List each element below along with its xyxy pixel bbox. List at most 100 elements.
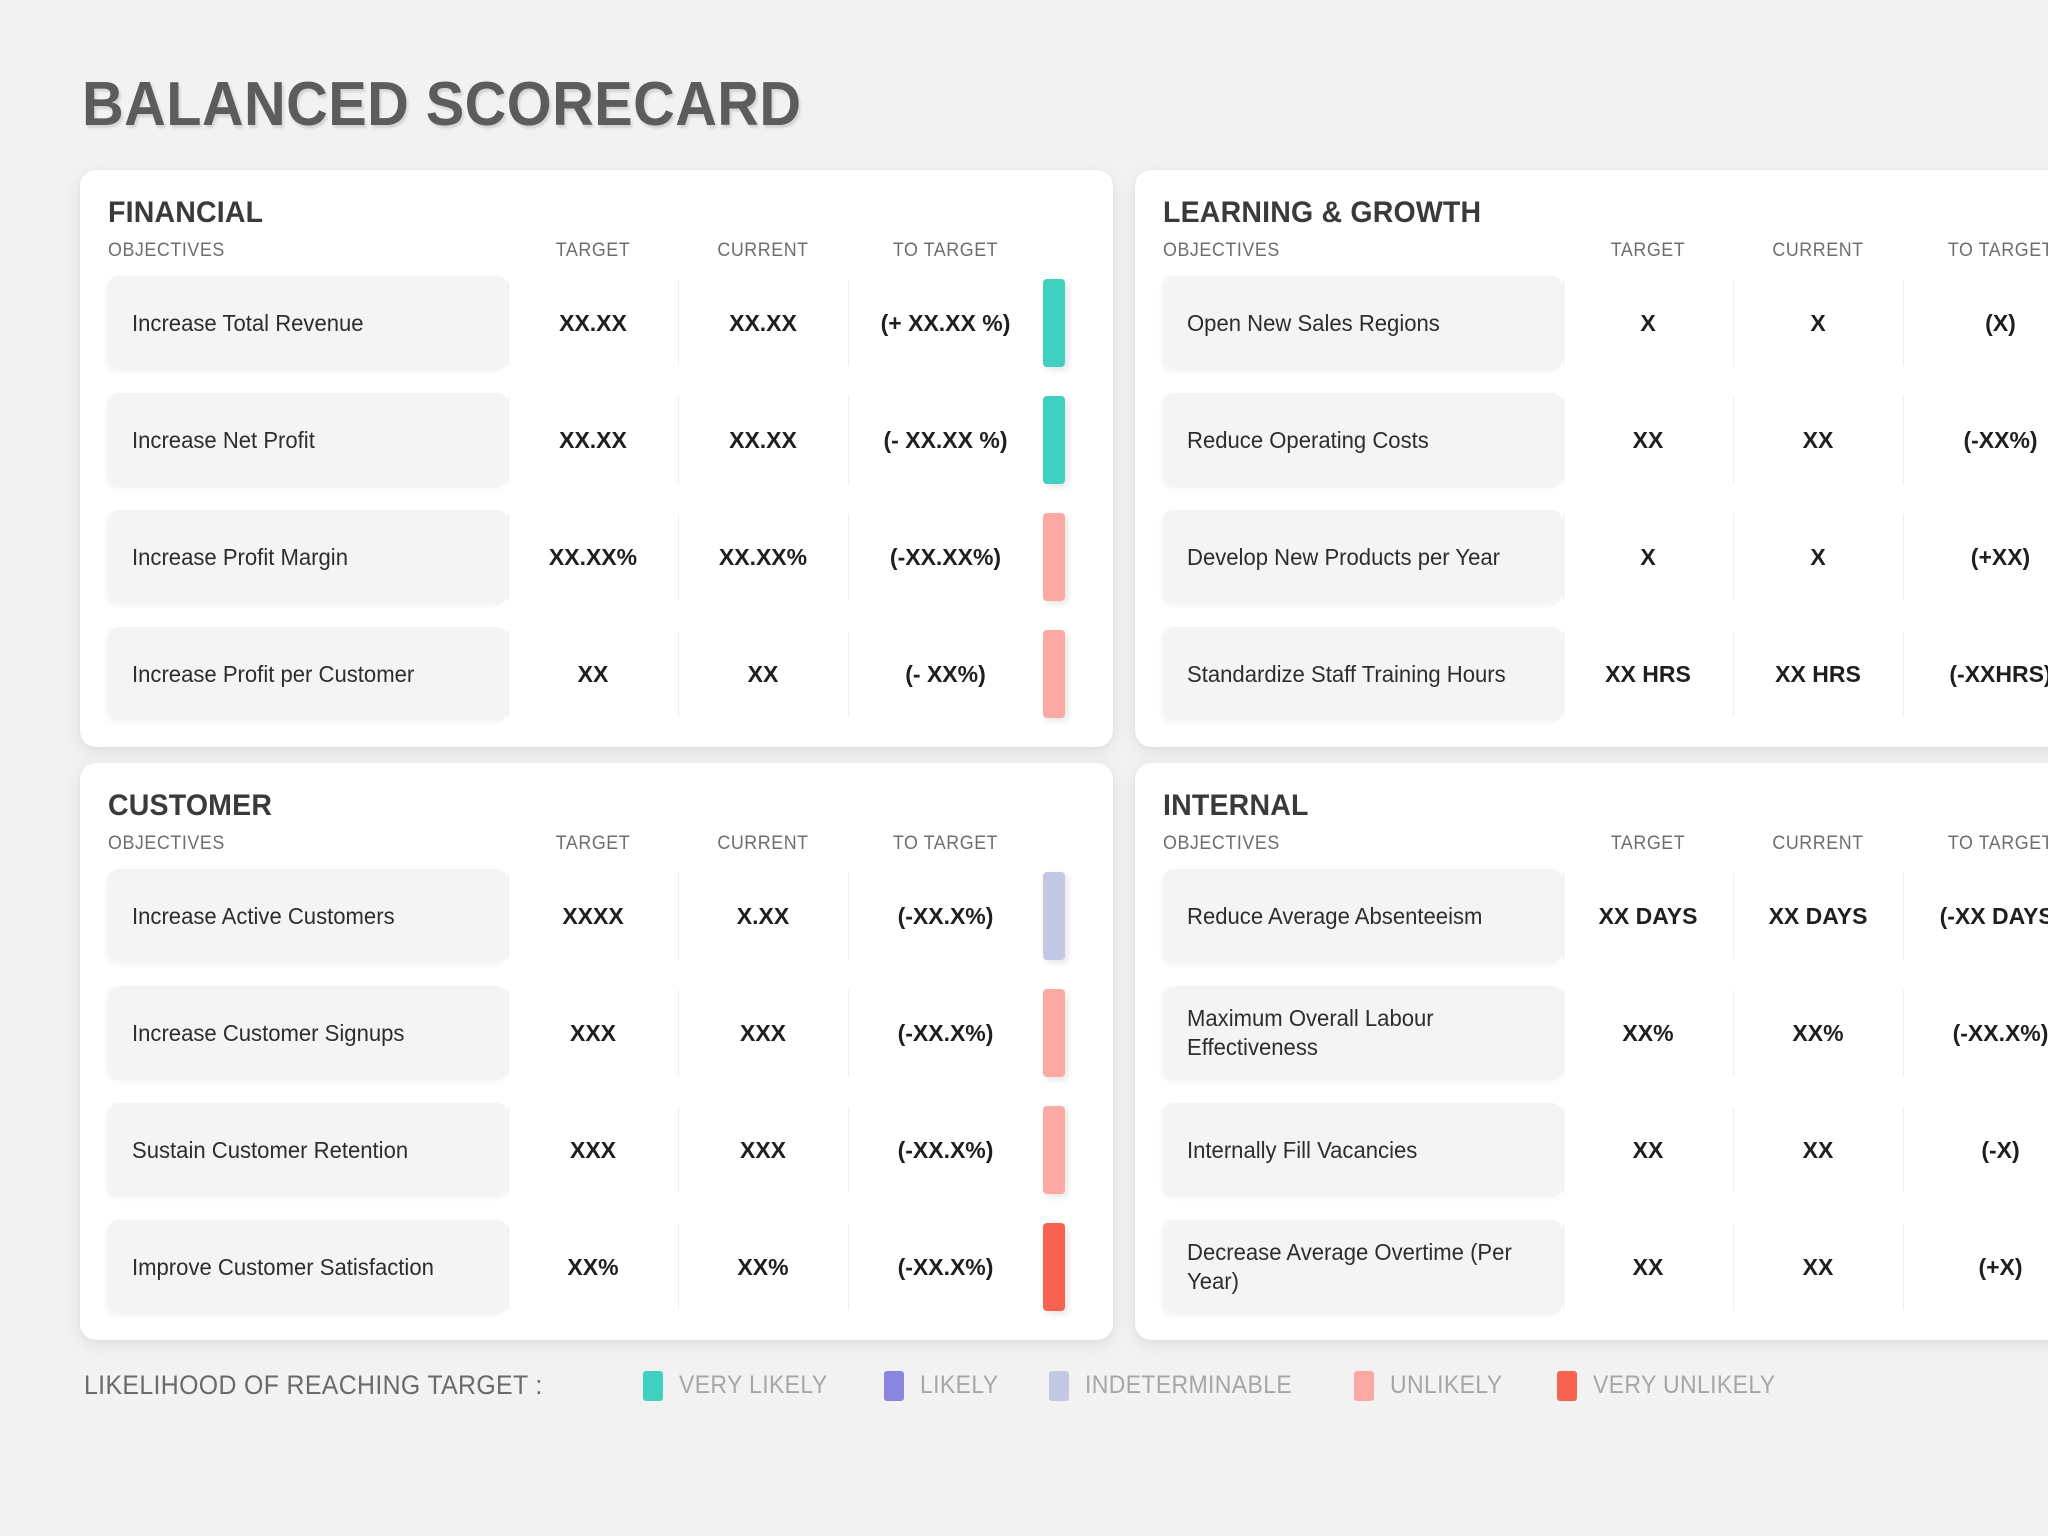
legend-swatch-likely <box>883 1370 904 1401</box>
table-row[interactable]: Increase Net Profit XX.XX XX.XX (- XX.XX %) <box>108 393 1087 487</box>
column-header-target: TARGET <box>1610 833 1686 854</box>
column-header-current: CURRENT <box>717 240 809 261</box>
current-value: XX% <box>678 1220 848 1314</box>
legend: LIKELIHOOD OF REACHING TARGET : VERY LIK… <box>80 1370 1968 1401</box>
current-value: X.XX <box>678 869 848 963</box>
legend-label: VERY UNLIKELY <box>1592 1371 1776 1399</box>
column-header-objectives: OBJECTIVES <box>108 240 225 261</box>
to-target-value: (- XX%) <box>848 627 1043 721</box>
objective-cell: Increase Active Customers <box>108 869 508 963</box>
target-value: X <box>1563 510 1733 604</box>
status-bar-cell <box>1043 1103 1087 1197</box>
column-header-current: CURRENT <box>1772 240 1864 261</box>
table-row[interactable]: Increase Profit Margin XX.XX% XX.XX% (-XX.X… <box>108 510 1087 604</box>
table-row[interactable]: Increase Total Revenue XX.XX XX.XX (+ XX.XX… <box>108 276 1087 370</box>
objective-cell: Increase Profit per Customer <box>108 627 508 721</box>
objective-cell: Open New Sales Regions <box>1163 276 1563 370</box>
current-value: XX <box>1733 393 1903 487</box>
column-header-objectives: OBJECTIVES <box>1163 240 1280 261</box>
panel-financial: FINANCIAL OBJECTIVES TARGET CURRENT TO TARGE… <box>80 170 1113 747</box>
panel-learning-growth: LEARNING & GROWTH OBJECTIVES TARGET CURRENT… <box>1135 170 2048 747</box>
legend-item-indeterminable: INDETERMINABLE <box>1049 1370 1310 1401</box>
objective-cell: Reduce Operating Costs <box>1163 393 1563 487</box>
status-bar-cell <box>1043 627 1087 721</box>
status-bar-unlikely <box>1043 989 1065 1077</box>
column-header-row: OBJECTIVES TARGET CURRENT TO TARGET <box>108 240 1087 262</box>
table-row[interactable]: Develop New Products per Year X X (+XX) <box>1163 510 2048 604</box>
table-row[interactable]: Reduce Operating Costs XX XX (-XX%) <box>1163 393 2048 487</box>
target-value: XX.XX <box>508 393 678 487</box>
to-target-value: (X) <box>1903 276 2048 370</box>
status-bar-very-likely <box>1043 396 1065 484</box>
legend-swatch-very-unlikely <box>1556 1370 1577 1401</box>
status-bar-unlikely <box>1043 1106 1065 1194</box>
objective-cell: Increase Profit Margin <box>108 510 508 604</box>
status-bar-cell <box>1043 869 1087 963</box>
current-value: XX% <box>1733 986 1903 1080</box>
objective-label: Increase Profit Margin <box>132 543 348 570</box>
objective-cell: Reduce Average Absenteeism <box>1163 869 1563 963</box>
current-value: XX <box>1733 1220 1903 1314</box>
table-row[interactable]: Increase Profit per Customer XX XX (- XX%) <box>108 627 1087 721</box>
to-target-value: (-XX DAYS) <box>1903 869 2048 963</box>
status-bar-cell <box>1043 986 1087 1080</box>
legend-title: LIKELIHOOD OF REACHING TARGET : <box>84 1370 543 1400</box>
legend-label: INDETERMINABLE <box>1085 1371 1293 1399</box>
objective-cell: Develop New Products per Year <box>1163 510 1563 604</box>
target-value: XX DAYS <box>1563 869 1733 963</box>
objective-label: Maximum Overall Labour Effectiveness <box>1187 1005 1434 1060</box>
current-value: X <box>1733 510 1903 604</box>
objective-label: Increase Net Profit <box>132 426 315 453</box>
current-value: XX <box>678 627 848 721</box>
to-target-value: (-XXHRS) <box>1903 627 2048 721</box>
status-bar-cell <box>1043 1220 1087 1314</box>
current-value: XX.XX <box>678 393 848 487</box>
legend-swatch-unlikely <box>1354 1370 1375 1401</box>
objective-cell: Increase Customer Signups <box>108 986 508 1080</box>
objective-label: Improve Customer Satisfaction <box>132 1253 434 1280</box>
current-value: XX <box>1733 1103 1903 1197</box>
table-row[interactable]: Maximum Overall Labour Effectiveness XX% X… <box>1163 986 2048 1080</box>
table-row[interactable]: Increase Active Customers XXXX X.XX (-XX.X%… <box>108 869 1087 963</box>
table-row[interactable]: Increase Customer Signups XXX XXX (-XX.X%) <box>108 986 1087 1080</box>
table-row[interactable]: Reduce Average Absenteeism XX DAYS XX DAYS… <box>1163 869 2048 963</box>
objective-cell: Increase Total Revenue <box>108 276 508 370</box>
legend-label: UNLIKELY <box>1390 1371 1503 1399</box>
to-target-value: (-XX.X%) <box>848 869 1043 963</box>
objective-cell: Increase Net Profit <box>108 393 508 487</box>
target-value: XX% <box>1563 986 1733 1080</box>
objective-label: Internally Fill Vacancies <box>1187 1136 1418 1163</box>
objective-cell: Sustain Customer Retention <box>108 1103 508 1197</box>
table-row[interactable]: Decrease Average Overtime (Per Year) XX XX… <box>1163 1220 2048 1314</box>
table-row[interactable]: Sustain Customer Retention XXX XXX (-XX.X%) <box>108 1103 1087 1197</box>
target-value: XX.XX% <box>508 510 678 604</box>
column-header-objectives: OBJECTIVES <box>1163 833 1280 854</box>
legend-label: LIKELY <box>919 1371 999 1399</box>
target-value: XX <box>1563 1220 1733 1314</box>
column-header-current: CURRENT <box>717 833 809 854</box>
status-bar-very-likely <box>1043 279 1065 367</box>
current-value: XXX <box>678 1103 848 1197</box>
objective-label: Standardize Staff Training Hours <box>1187 660 1506 687</box>
target-value: XX <box>508 627 678 721</box>
current-value: XX DAYS <box>1733 869 1903 963</box>
column-header-to-target: TO TARGET <box>892 833 999 854</box>
table-row[interactable]: Standardize Staff Training Hours XX HRS XX… <box>1163 627 2048 721</box>
column-header-current: CURRENT <box>1772 833 1864 854</box>
status-bar-cell <box>1043 510 1087 604</box>
table-row[interactable]: Improve Customer Satisfaction XX% XX% (-XX.… <box>108 1220 1087 1314</box>
objective-label: Sustain Customer Retention <box>132 1136 409 1163</box>
to-target-value: (+XX) <box>1903 510 2048 604</box>
status-bar-indeterminable <box>1043 872 1065 960</box>
legend-items: VERY LIKELY LIKELY INDETERMINABLE UNLIKELY V… <box>642 1370 1835 1401</box>
objective-label: Open New Sales Regions <box>1187 309 1440 336</box>
target-value: XX <box>1563 1103 1733 1197</box>
table-row[interactable]: Internally Fill Vacancies XX XX (-X) <box>1163 1103 2048 1197</box>
panel-title: INTERNAL <box>1163 789 1309 822</box>
column-header-objectives: OBJECTIVES <box>108 833 225 854</box>
table-row[interactable]: Open New Sales Regions X X (X) <box>1163 276 2048 370</box>
to-target-value: (-XX.X%) <box>848 986 1043 1080</box>
to-target-value: (-XX.X%) <box>1903 986 2048 1080</box>
column-header-to-target: TO TARGET <box>1947 833 2048 854</box>
column-header-row: OBJECTIVES TARGET CURRENT TO TARGET <box>1163 240 2048 262</box>
